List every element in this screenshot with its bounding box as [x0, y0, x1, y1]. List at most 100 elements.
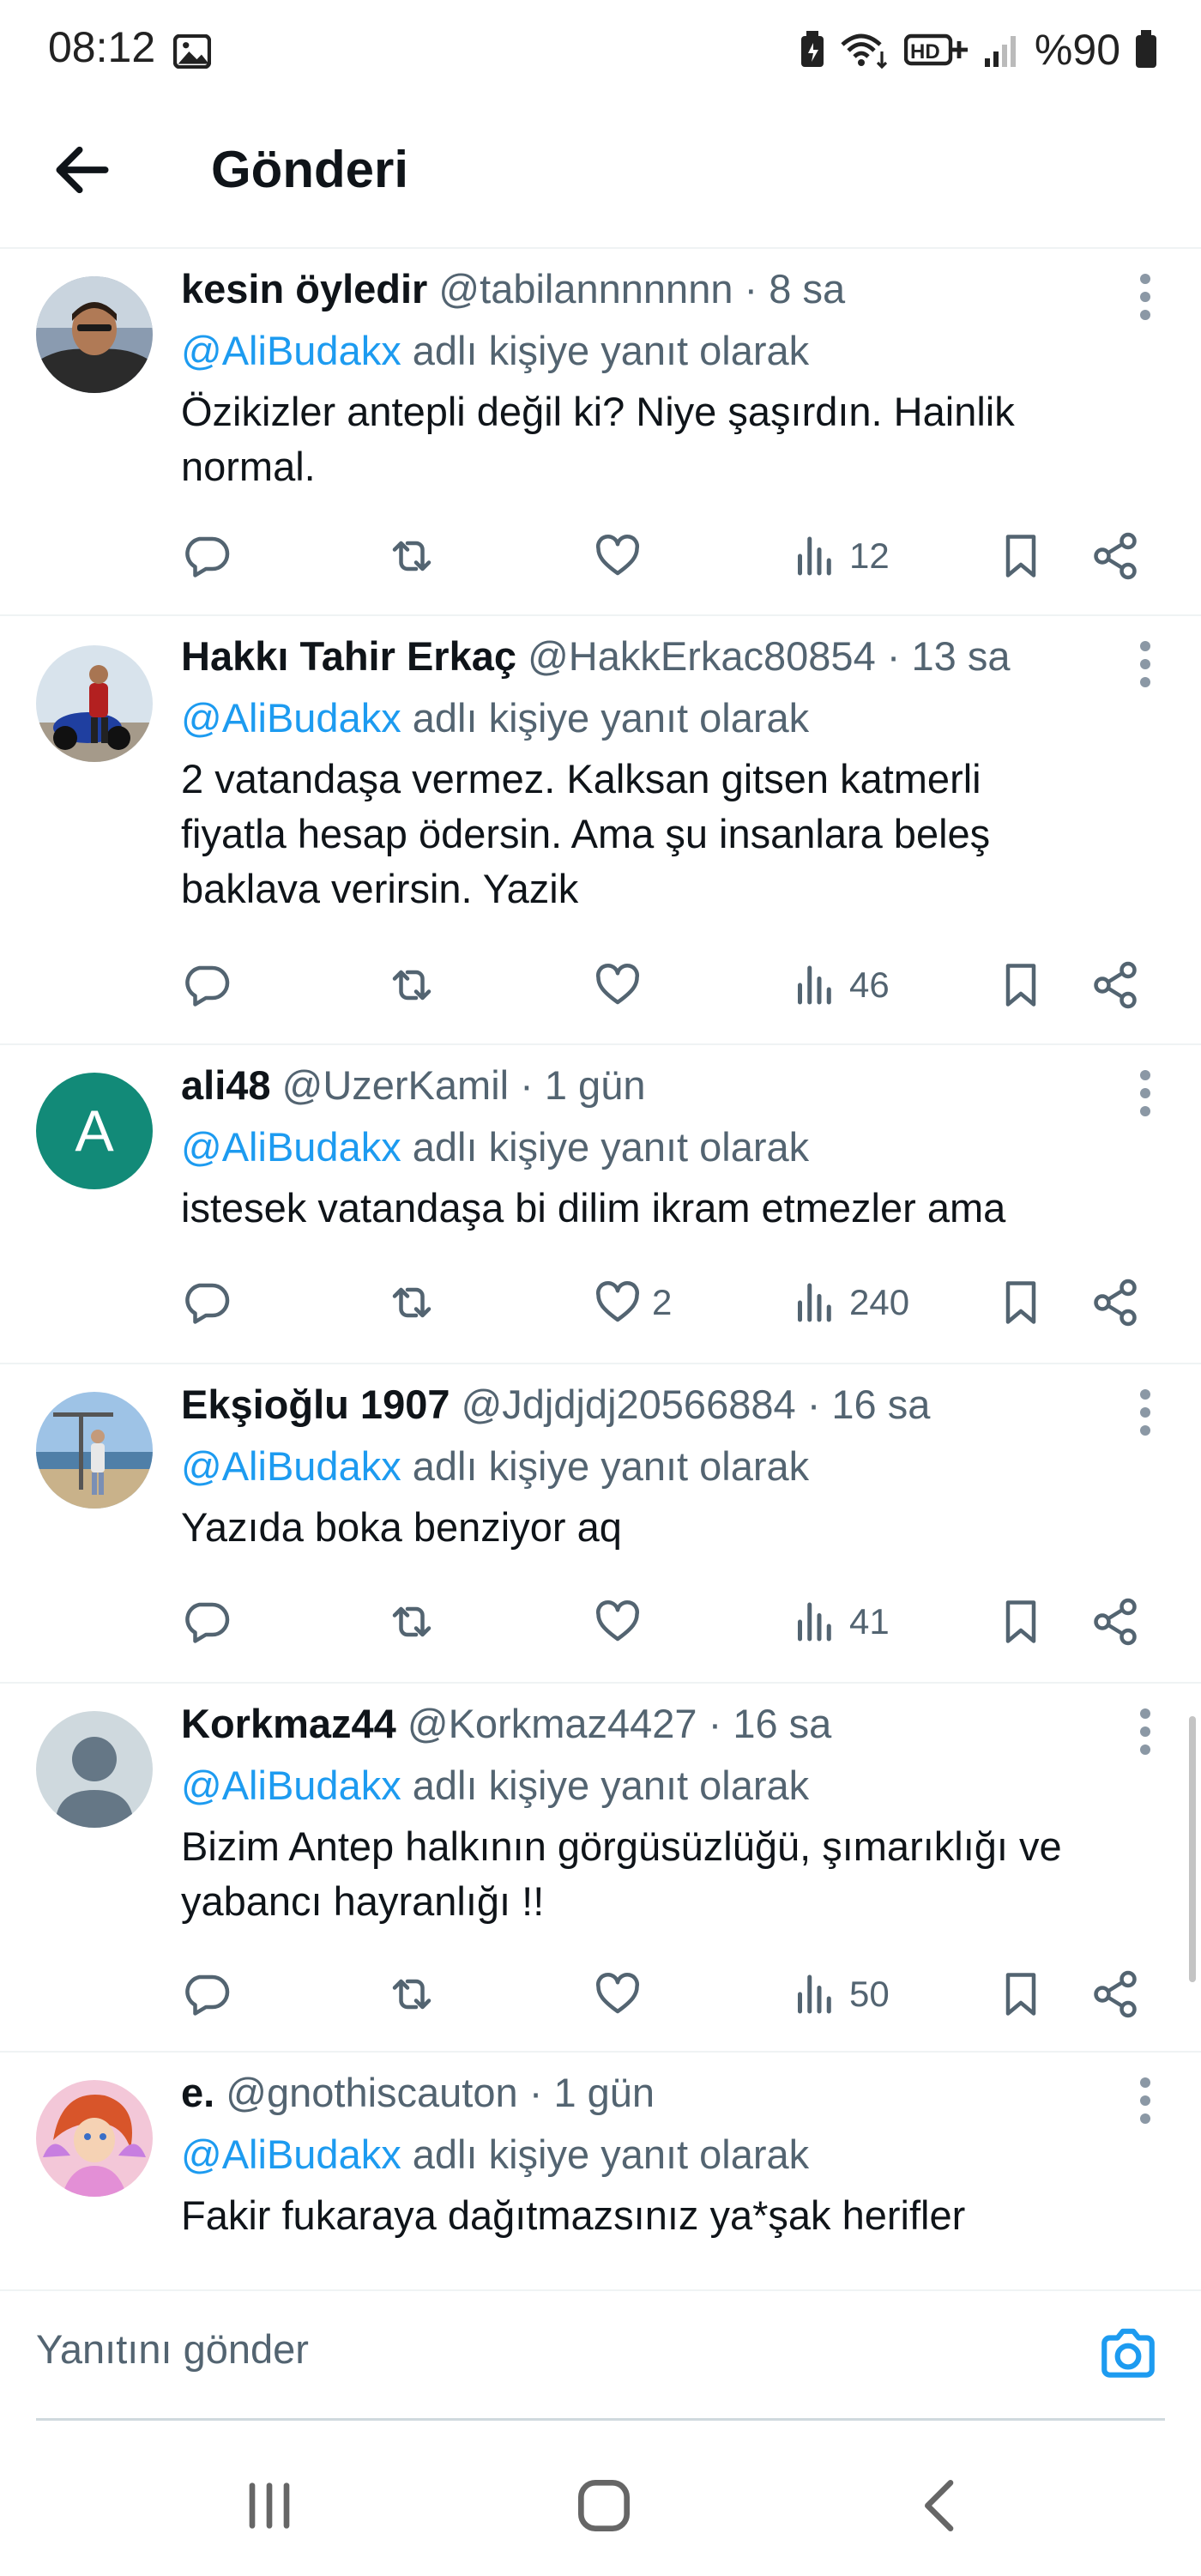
reply-underline [36, 2418, 1165, 2421]
like-button[interactable] [592, 522, 652, 590]
share-icon [1094, 1598, 1137, 1646]
battery-saver-icon [800, 31, 824, 67]
timestamp[interactable]: 16 sa [831, 1382, 930, 1427]
battery-icon [1136, 30, 1156, 68]
action-bar: 2 240 [180, 1268, 1167, 1337]
reply-button[interactable] [180, 1960, 232, 2029]
tweet-0[interactable]: kesin öyledir @tabilannnnnnn · 8 sa @Ali… [0, 249, 1201, 616]
home-icon[interactable] [570, 2471, 638, 2540]
like-icon [595, 535, 640, 576]
avatar-letter: A [75, 1098, 114, 1164]
bookmark-button[interactable] [995, 1587, 1047, 1656]
retweet-button[interactable] [386, 1587, 438, 1656]
avatar[interactable] [36, 2080, 153, 2197]
timestamp[interactable]: 8 sa [769, 266, 845, 311]
like-button[interactable] [592, 951, 652, 1019]
signal-icon [984, 36, 1016, 67]
views-button[interactable]: 41 [789, 1587, 890, 1656]
retweet-button[interactable] [386, 1268, 438, 1337]
display-name[interactable]: Korkmaz44 [181, 1701, 396, 1746]
mention-link[interactable]: @AliBudakx [181, 1124, 401, 1170]
bookmark-icon [1005, 1600, 1036, 1643]
like-icon [595, 1281, 640, 1322]
mention-link[interactable]: @AliBudakx [181, 1763, 401, 1808]
mention-link[interactable]: @AliBudakx [181, 695, 401, 741]
retweet-icon [392, 541, 432, 571]
handle[interactable]: @tabilannnnnnn [438, 266, 733, 311]
tweet-text: Yazıda boka benziyor aq [181, 1504, 622, 1550]
page-title: Gönderi [211, 141, 409, 198]
like-button[interactable]: 2 [592, 1268, 672, 1337]
share-button[interactable] [1089, 1268, 1141, 1337]
more-icon[interactable] [1132, 1067, 1158, 1119]
reply-button[interactable] [180, 951, 232, 1019]
handle[interactable]: @Jdjdjdj20566884 [462, 1382, 796, 1427]
timestamp[interactable]: 1 gün [545, 1062, 646, 1108]
more-icon[interactable] [1132, 2075, 1158, 2126]
avatar[interactable] [36, 1392, 153, 1509]
retweet-button[interactable] [386, 951, 438, 1019]
views-icon [798, 1602, 831, 1642]
nav-back-icon[interactable] [908, 2471, 976, 2540]
status-time: 08:12 [48, 23, 156, 71]
share-button[interactable] [1089, 1960, 1141, 2029]
display-name[interactable]: e. [181, 2070, 214, 2115]
handle[interactable]: @Korkmaz4427 [407, 1701, 697, 1746]
scrollbar[interactable] [1189, 1716, 1196, 1982]
handle[interactable]: @HakkErkac80854 [528, 633, 876, 679]
views-button[interactable]: 12 [789, 522, 890, 590]
back-arrow-icon[interactable] [48, 136, 117, 204]
like-button[interactable] [592, 1960, 652, 2029]
views-button[interactable]: 50 [789, 1960, 890, 2029]
display-name[interactable]: ali48 [181, 1062, 271, 1108]
retweet-button[interactable] [386, 1960, 438, 2029]
more-icon[interactable] [1132, 271, 1158, 323]
bookmark-button[interactable] [995, 1960, 1047, 2029]
share-button[interactable] [1089, 951, 1141, 1019]
avatar[interactable] [36, 645, 153, 762]
mention-link[interactable]: @AliBudakx [181, 2132, 401, 2177]
more-icon[interactable] [1132, 1387, 1158, 1438]
bookmark-button[interactable] [995, 1268, 1047, 1337]
timestamp[interactable]: 1 gün [553, 2070, 655, 2115]
tweet-text: Özikizler antepli değil ki? Niye şaşırdı… [181, 389, 1015, 489]
tweet-5[interactable]: e. @gnothiscauton · 1 gün @AliBudakx adl… [0, 2053, 1201, 2291]
more-icon[interactable] [1132, 1706, 1158, 1757]
tweet-4[interactable]: Korkmaz44 @Korkmaz4427 · 16 sa @AliBudak… [0, 1684, 1201, 2053]
bookmark-button[interactable] [995, 522, 1047, 590]
share-button[interactable] [1089, 522, 1141, 590]
views-button[interactable]: 46 [789, 951, 890, 1019]
bookmark-button[interactable] [995, 951, 1047, 1019]
reply-button[interactable] [180, 522, 232, 590]
avatar[interactable]: A [36, 1073, 153, 1189]
display-name[interactable]: Ekşioğlu 1907 [181, 1382, 450, 1427]
timestamp[interactable]: 16 sa [733, 1701, 831, 1746]
reply-button[interactable] [180, 1587, 232, 1656]
handle[interactable]: @gnothiscauton [226, 2070, 517, 2115]
more-icon[interactable] [1132, 638, 1158, 690]
share-icon [1094, 961, 1137, 1009]
tweet-1[interactable]: Hakkı Tahir Erkaç @HakkErkac80854 · 13 s… [0, 616, 1201, 1045]
tweet-2[interactable]: A ali48 @UzerKamil · 1 gün @AliBudakx ad… [0, 1045, 1201, 1364]
mention-link[interactable]: @AliBudakx [181, 328, 401, 373]
handle[interactable]: @UzerKamil [282, 1062, 509, 1108]
reply-input[interactable]: Yanıtını gönder [36, 2325, 309, 2373]
mention-link[interactable]: @AliBudakx [181, 1443, 401, 1489]
tweet-text: Fakir fukaraya dağıtmazsınız ya*şak heri… [181, 2192, 966, 2238]
reply-icon [185, 1283, 230, 1324]
camera-icon[interactable] [1096, 2322, 1160, 2386]
timestamp[interactable]: 13 sa [912, 633, 1011, 679]
recent-apps-icon[interactable] [235, 2471, 304, 2540]
share-button[interactable] [1089, 1587, 1141, 1656]
display-name[interactable]: Hakkı Tahir Erkaç [181, 633, 516, 679]
views-button[interactable]: 240 [789, 1268, 909, 1337]
retweet-button[interactable] [386, 522, 438, 590]
like-button[interactable] [592, 1587, 652, 1656]
display-name[interactable]: kesin öyledir [181, 266, 427, 311]
avatar[interactable] [36, 276, 153, 393]
tweet-3[interactable]: Ekşioğlu 1907 @Jdjdjdj20566884 · 16 sa @… [0, 1364, 1201, 1684]
avatar[interactable] [36, 1711, 153, 1828]
like-icon [595, 964, 640, 1005]
reply-icon [185, 536, 230, 577]
reply-button[interactable] [180, 1268, 232, 1337]
